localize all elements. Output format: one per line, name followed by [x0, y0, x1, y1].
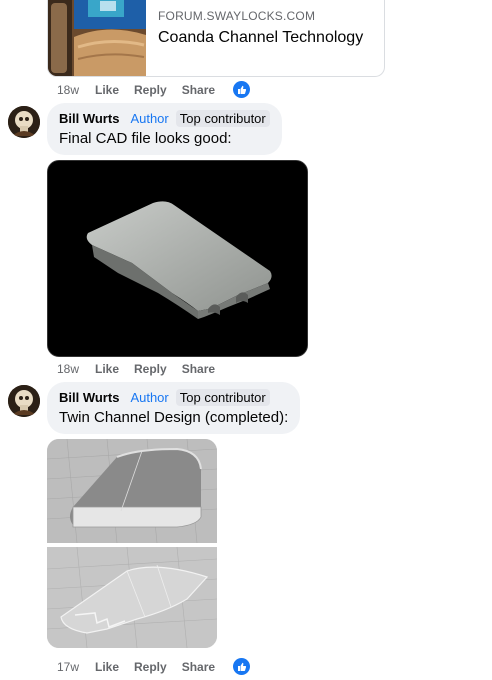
timestamp[interactable]: 17w — [57, 660, 95, 674]
author-label: Author — [130, 111, 169, 126]
comment-actions: 17w Like Reply Share — [57, 658, 251, 675]
avatar[interactable] — [8, 106, 40, 138]
top-contributor-badge: Top contributor — [175, 110, 270, 127]
avatar[interactable] — [8, 385, 40, 417]
author-label: Author — [130, 390, 169, 405]
like-button[interactable]: Like — [95, 83, 119, 97]
link-preview-thumbnail — [48, 0, 146, 76]
comment-text: Final CAD file looks good: — [59, 130, 232, 147]
like-thumb-icon[interactable] — [233, 658, 251, 675]
reply-button[interactable]: Reply — [134, 660, 167, 674]
like-button[interactable]: Like — [95, 660, 119, 674]
comment-author[interactable]: Bill Wurts — [59, 111, 119, 126]
timestamp[interactable]: 18w — [57, 362, 95, 376]
comment-bubble: Bill Wurts Author Top contributor Twin C… — [47, 382, 301, 434]
comment-actions: 18w Like Reply Share — [57, 362, 230, 376]
share-button[interactable]: Share — [182, 660, 215, 674]
comment-image[interactable] — [47, 160, 308, 357]
comment-bubble: Bill Wurts Author Top contributor Final … — [47, 103, 282, 155]
link-preview-card[interactable]: FORUM.SWAYLOCKS.COM Coanda Channel Techn… — [47, 0, 385, 77]
link-title[interactable]: Coanda Channel Technology — [158, 29, 376, 47]
like-button[interactable]: Like — [95, 362, 119, 376]
reply-button[interactable]: Reply — [134, 83, 167, 97]
like-thumb-icon[interactable] — [233, 81, 251, 98]
reply-button[interactable]: Reply — [134, 362, 167, 376]
comment-image[interactable] — [47, 439, 217, 648]
top-comment-actions: 18w Like Reply Share — [57, 81, 251, 98]
comment-text: Twin Channel Design (completed): — [59, 409, 289, 426]
share-button[interactable]: Share — [182, 83, 215, 97]
timestamp[interactable]: 18w — [57, 83, 95, 97]
link-domain: FORUM.SWAYLOCKS.COM — [158, 9, 316, 23]
share-button[interactable]: Share — [182, 362, 215, 376]
comment-author[interactable]: Bill Wurts — [59, 390, 119, 405]
top-contributor-badge: Top contributor — [175, 389, 270, 406]
